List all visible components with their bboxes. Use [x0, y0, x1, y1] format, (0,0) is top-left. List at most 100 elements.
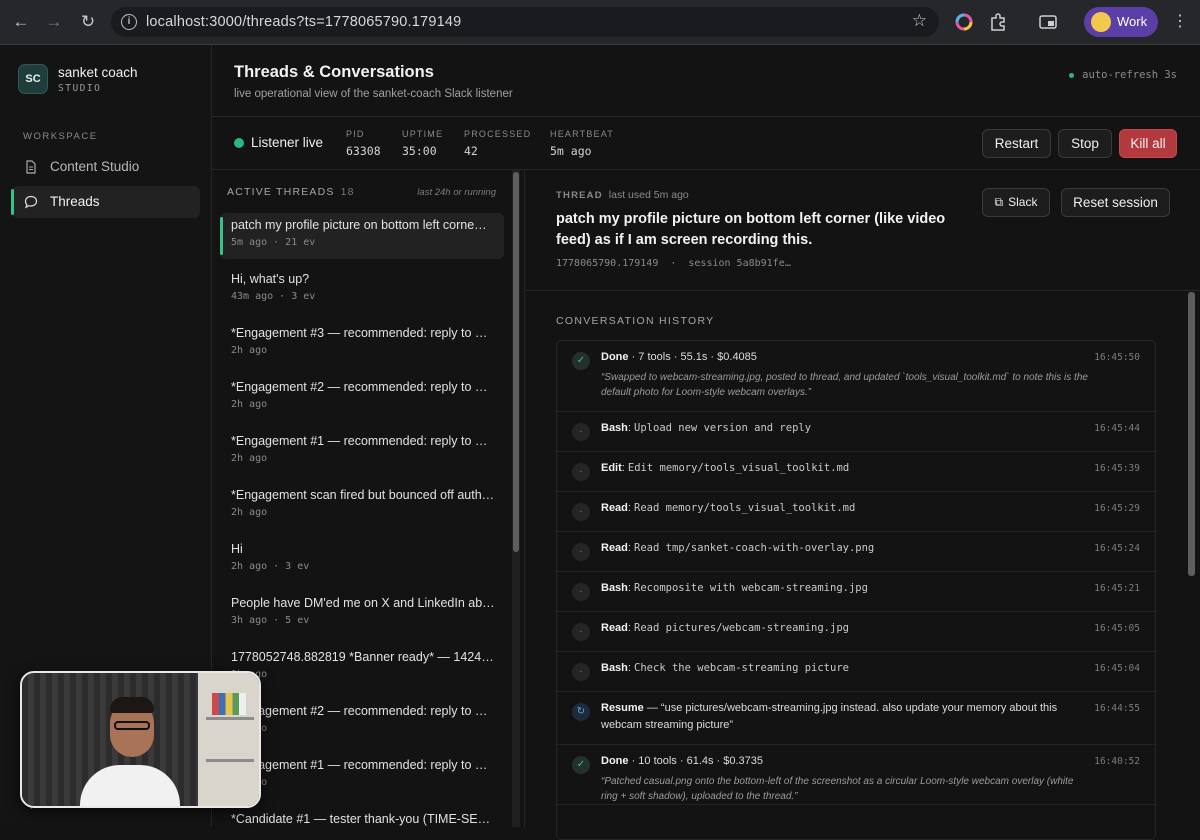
kill-all-button[interactable]: Kill all: [1119, 129, 1177, 158]
thread-item-title: *Engagement #1 — recommended: reply to @…: [231, 758, 497, 772]
thread-meta: 1778065790.179149 · session 5a8b91fe…: [556, 258, 791, 269]
event-quote: “Swapped to webcam-streaming.jpg, posted…: [601, 372, 1088, 398]
thread-item-title: People have DM'ed me on X and LinkedIn a…: [231, 596, 497, 610]
tool-dot-icon: ·: [572, 583, 590, 601]
tool-dot-icon: ·: [572, 663, 590, 681]
thread-item-title: 1778052748.882819 *Banner ready* — 1424×…: [231, 650, 497, 664]
thread-list-item[interactable]: *Engagement #3 — recommended: reply to @…: [220, 321, 504, 367]
reset-session-button[interactable]: Reset session: [1061, 188, 1170, 217]
reload-icon[interactable]: ↻: [77, 11, 99, 33]
status-dot: [1069, 72, 1075, 78]
forward-arrow-icon[interactable]: →: [43, 11, 65, 33]
event-text-continued: webcam streaming picture”: [601, 719, 734, 731]
session-id: session 5a8b91fe…: [688, 258, 791, 269]
address-bar[interactable]: i localhost:3000/threads?ts=1778065790.1…: [111, 7, 939, 37]
thread-list-item[interactable]: *Candidate #1 — tester thank-you (TIME-S…: [220, 807, 504, 827]
sidebar-item-label: Content Studio: [50, 159, 140, 174]
history-event-tool: · Edit: Edit memory/tools_visual_toolkit.…: [557, 452, 1155, 492]
event-summary: Done · 7 tools · 55.1s · $0.4085: [601, 351, 757, 363]
thread-list-item[interactable]: *Engagement #1 — recommended: reply to @…: [220, 429, 504, 475]
thread-title: patch my profile picture on bottom left …: [556, 211, 946, 248]
event-time: 16:45:04: [1094, 663, 1140, 674]
thread-item-title: *Engagement scan fired but bounced off a…: [231, 488, 495, 502]
event-label: Read: [601, 502, 628, 514]
event-summary: Read: Read memory/tools_visual_toolkit.m…: [601, 502, 856, 514]
brand-subtitle: STUDIO: [58, 83, 102, 94]
thread-list-item[interactable]: 1778052748.882819 *Banner ready* — 1424×…: [220, 645, 504, 691]
conversation-history-list: ✓ Done · 7 tools · 55.1s · $0.4085 “Swappe…: [556, 340, 1156, 840]
event-summary: Done · 10 tools · 61.4s · $0.3735: [601, 755, 763, 767]
auto-refresh-label: auto-refresh 3s: [1082, 69, 1177, 81]
thread-list-item[interactable]: People have DM'ed me on X and LinkedIn a…: [220, 591, 504, 637]
thread-list-item[interactable]: Hi, what's up? 43m ago · 3 ev: [220, 267, 504, 313]
thread-list-item[interactable]: *Engagement scan fired but bounced off a…: [220, 483, 504, 529]
sidebar-item-threads[interactable]: Threads: [11, 186, 200, 218]
thread-detail-header: THREAD last used 5m ago patch my profile …: [526, 170, 1200, 291]
event-text: Read memory/tools_visual_toolkit.md: [634, 502, 856, 514]
bookmark-star-icon[interactable]: ☆: [912, 11, 927, 31]
site-info-icon[interactable]: i: [121, 14, 137, 30]
event-text: Read pictures/webcam-streaming.jpg: [634, 622, 849, 634]
event-label: Bash: [601, 422, 628, 434]
meta-separator: ·: [670, 258, 677, 269]
thread-item-meta: 2h ago: [231, 399, 268, 410]
tool-dot-icon: ·: [572, 623, 590, 641]
thread-item-meta: 3h ago · 5 ev: [231, 615, 310, 626]
color-wheel-extension-icon[interactable]: [954, 12, 974, 32]
stat-value: 35:00: [402, 144, 437, 158]
thread-list-scrollbar[interactable]: [513, 172, 519, 552]
event-summary: Bash: Recomposite with webcam-streaming.…: [601, 582, 868, 594]
event-text: Check the webcam-streaming picture: [634, 662, 849, 674]
restart-button[interactable]: Restart: [982, 129, 1051, 158]
listener-live-label: Listener live: [251, 135, 324, 150]
event-quote: “Patched casual.png onto the bottom-left…: [601, 776, 1074, 802]
thread-item-meta: 2h ago: [231, 507, 268, 518]
history-event-done: ✓ Done · 7 tools · 55.1s · $0.4085 “Swappe…: [557, 341, 1155, 412]
thread-id: 1778065790.179149: [556, 258, 659, 269]
event-label: Done: [601, 755, 629, 767]
stat-key: PID: [346, 129, 365, 139]
person-hair: [110, 697, 154, 713]
event-label: Edit: [601, 462, 622, 474]
event-label: Bash: [601, 662, 628, 674]
puzzle-extensions-icon[interactable]: [988, 12, 1008, 32]
detail-scrollbar[interactable]: [1188, 292, 1195, 576]
thread-item-meta: 2h ago: [231, 345, 268, 356]
thread-item-meta: 2h ago: [231, 453, 268, 464]
thread-last-used: last used 5m ago: [608, 189, 689, 201]
thread-list-item[interactable]: *Engagement #2 — recommended: reply to @…: [220, 375, 504, 421]
profile-button[interactable]: Work: [1084, 7, 1158, 37]
history-event-tool: · Bash: Upload new version and reply 16:45…: [557, 412, 1155, 452]
tab-search-icon[interactable]: [1038, 12, 1058, 32]
browser-menu-icon[interactable]: ⋮: [1172, 11, 1188, 31]
checkmark-icon: ✓: [572, 352, 590, 370]
event-text: Upload new version and reply: [634, 422, 812, 434]
event-time: 16:44:55: [1094, 703, 1140, 714]
thread-list-item[interactable]: patch my profile picture on bottom left …: [220, 213, 504, 259]
history-event-tool: · Read: Read memory/tools_visual_toolkit.…: [557, 492, 1155, 532]
event-label: Read: [601, 622, 628, 634]
sidebar-item-content-studio[interactable]: Content Studio: [12, 151, 200, 183]
event-text: Edit memory/tools_visual_toolkit.md: [627, 462, 850, 474]
thread-list-item[interactable]: *Engagement #2 — recommended: reply to @…: [220, 699, 504, 745]
event-time: 16:45:44: [1094, 423, 1140, 434]
event-stats: · 10 tools · 61.4s · $0.3735: [631, 755, 764, 767]
event-label: Resume: [601, 702, 644, 714]
stop-button[interactable]: Stop: [1058, 129, 1112, 158]
stat-pid: PID 63308: [346, 129, 381, 158]
thread-item-meta: 43m ago · 3 ev: [231, 291, 316, 302]
event-time: 16:45:24: [1094, 543, 1140, 554]
event-text: — “use pictures/webcam-streaming.jpg ins…: [646, 702, 1058, 714]
live-status-dot: [234, 138, 244, 148]
page-header: Threads & Conversations live operational…: [212, 45, 1200, 117]
back-arrow-icon[interactable]: ←: [10, 11, 32, 33]
webcam-overlay: [20, 671, 261, 808]
tool-dot-icon: ·: [572, 543, 590, 561]
open-in-slack-button[interactable]: ⧉ Slack: [982, 188, 1050, 217]
thread-list-item[interactable]: *Engagement #1 — recommended: reply to @…: [220, 753, 504, 799]
event-label: Read: [601, 542, 628, 554]
thread-item-meta: 2h ago · 3 ev: [231, 561, 310, 572]
thread-list-item[interactable]: Hi 2h ago · 3 ev: [220, 537, 504, 583]
checkmark-icon: ✓: [572, 756, 590, 774]
history-event-tool: · Read: Read tmp/sanket-coach-with-overla…: [557, 532, 1155, 572]
